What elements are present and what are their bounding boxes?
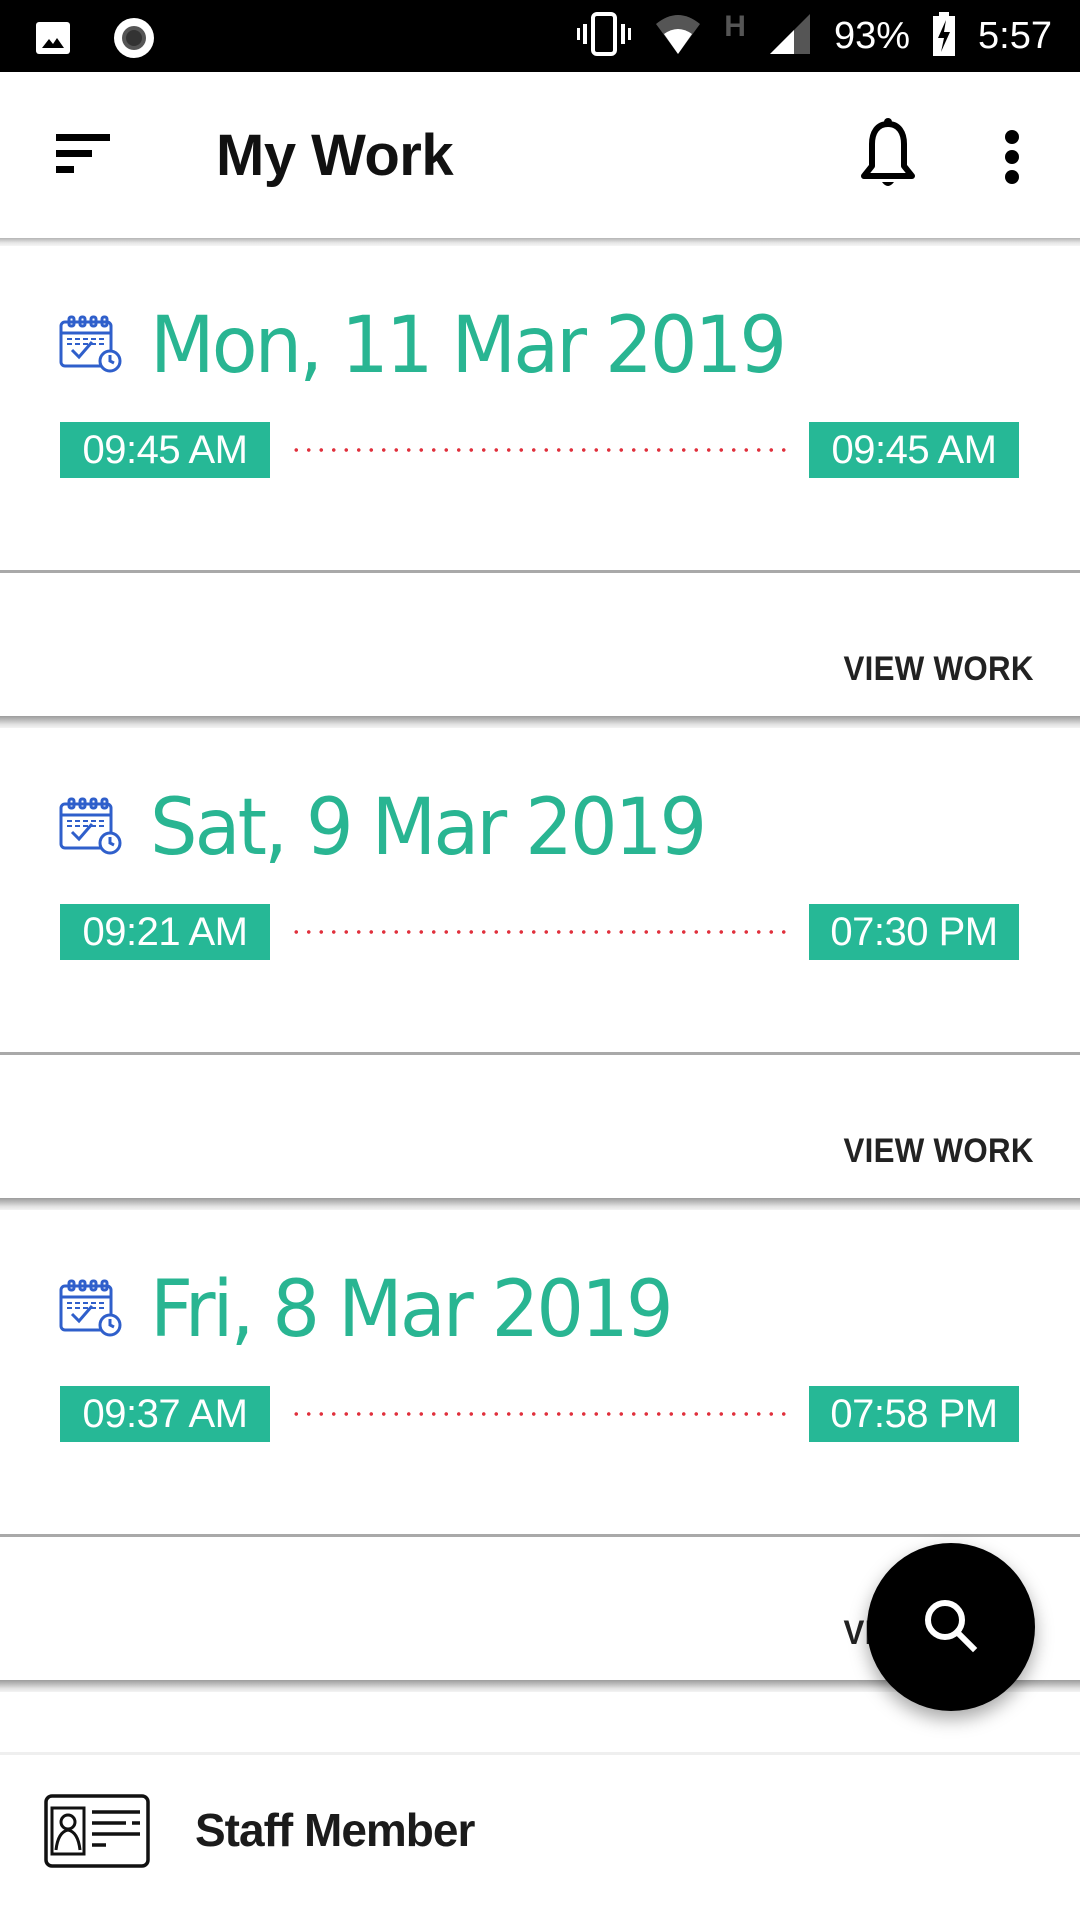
work-card-summary[interactable]: Mon, 11 Mar 2019 09:45 AM 09:45 AM	[0, 246, 1080, 570]
more-vert-icon[interactable]	[995, 122, 1031, 192]
calendar-check-icon	[58, 1278, 122, 1338]
battery-charging-icon	[932, 11, 956, 61]
bell-icon[interactable]	[855, 116, 921, 196]
card-divider	[0, 1052, 1080, 1055]
end-time-badge: 07:30 PM	[809, 904, 1019, 960]
clock: 5:57	[978, 14, 1052, 57]
work-date: Fri, 8 Mar 2019	[150, 1265, 674, 1355]
app-bar-shadow	[0, 238, 1080, 246]
dotted-connector	[290, 930, 788, 934]
card-divider	[0, 1534, 1080, 1537]
work-date: Sat, 9 Mar 2019	[150, 783, 707, 873]
calendar-check-icon	[58, 796, 122, 856]
work-card-summary[interactable]: Fri, 8 Mar 2019 09:37 AM 07:58 PM	[0, 1210, 1080, 1534]
dotted-connector	[290, 448, 788, 452]
app-bar: My Work	[0, 72, 1080, 240]
work-card: Mon, 11 Mar 2019 09:45 AM 09:45 AM VIEW …	[0, 246, 1080, 728]
page-title: My Work	[216, 123, 454, 188]
end-time-badge: 07:58 PM	[809, 1386, 1019, 1442]
work-card: Sat, 9 Mar 2019 09:21 AM 07:30 PM VIEW W…	[0, 728, 1080, 1210]
work-card-summary[interactable]: Sat, 9 Mar 2019 09:21 AM 07:30 PM	[0, 728, 1080, 1052]
vibrate-icon	[576, 11, 632, 61]
start-time-badge: 09:45 AM	[60, 422, 270, 478]
start-time-badge: 09:21 AM	[60, 904, 270, 960]
battery-percent: 93%	[833, 14, 911, 57]
search-icon	[921, 1596, 981, 1659]
wifi-icon	[654, 12, 702, 61]
gallery-icon	[34, 18, 74, 63]
staff-member-bar[interactable]: Staff Member	[0, 1755, 1080, 1920]
sort-menu-icon[interactable]	[48, 124, 118, 188]
dotted-connector	[290, 1412, 788, 1416]
start-time-badge: 09:37 AM	[60, 1386, 270, 1442]
staff-member-label: Staff Member	[195, 1804, 475, 1856]
view-work-button[interactable]: VIEW WORK	[844, 650, 1034, 689]
work-date: Mon, 11 Mar 2019	[150, 301, 787, 391]
card-shadow	[0, 1198, 1080, 1210]
card-shadow	[0, 716, 1080, 728]
id-card-icon	[44, 1794, 150, 1868]
status-bar: H 93% 5:57	[0, 0, 1080, 72]
end-time-badge: 09:45 AM	[809, 422, 1019, 478]
network-h-icon: H	[724, 10, 746, 43]
view-work-button[interactable]: VIEW WORK	[844, 1132, 1034, 1171]
calendar-check-icon	[58, 314, 122, 374]
signal-icon	[768, 12, 812, 61]
search-fab[interactable]	[867, 1543, 1035, 1711]
record-icon	[112, 16, 156, 65]
card-divider	[0, 570, 1080, 573]
